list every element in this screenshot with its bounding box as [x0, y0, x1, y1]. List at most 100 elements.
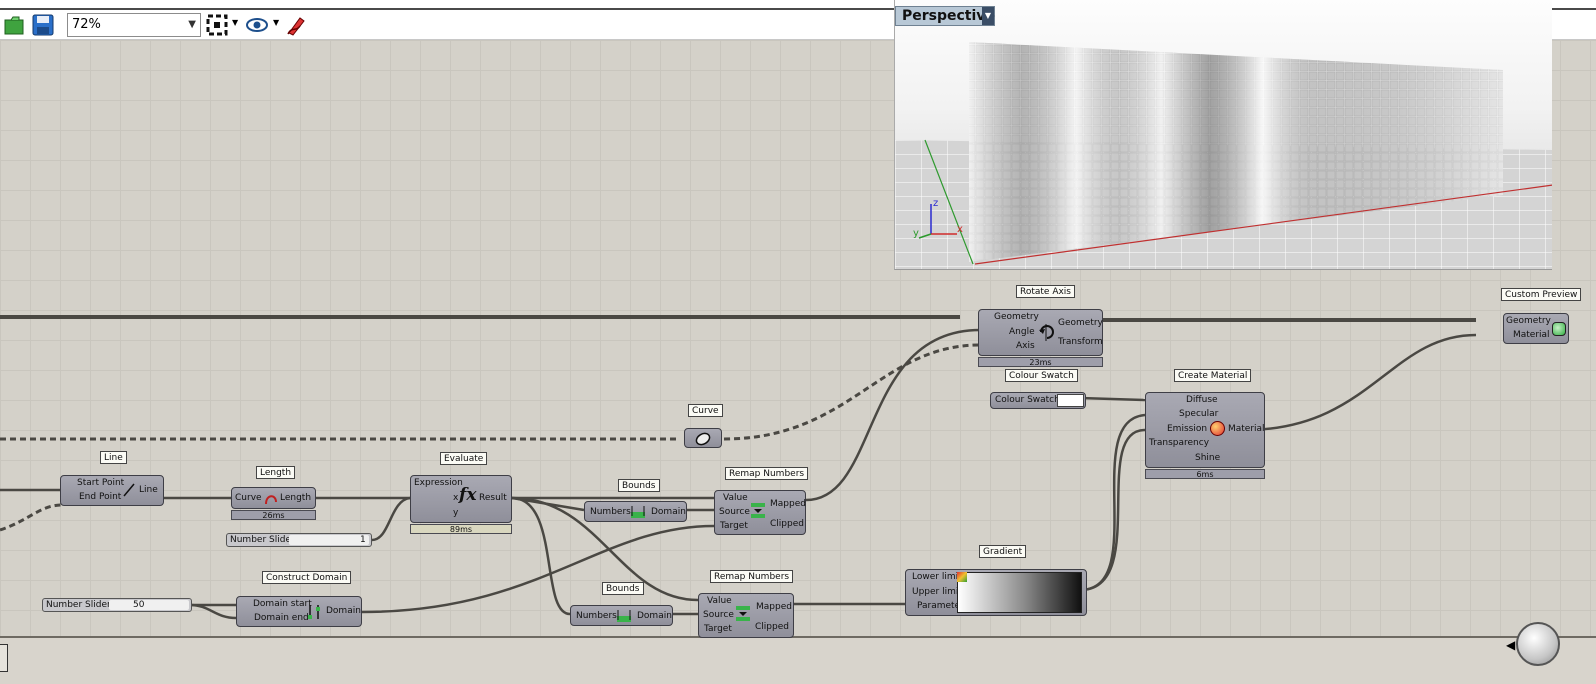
- timer-rotate-axis: 23ms: [978, 357, 1103, 367]
- component-bounds-2[interactable]: Numbers Domain: [570, 605, 673, 626]
- component-gradient[interactable]: Lower limit Upper limit Parameter: [905, 569, 1087, 616]
- sketch-pen-icon[interactable]: [286, 14, 308, 36]
- navigation-ball-icon[interactable]: [1516, 622, 1560, 666]
- component-create-material[interactable]: Diffuse Specular Emission Transparency S…: [1145, 392, 1265, 479]
- curve-param-icon: [695, 432, 711, 446]
- gradient-preview[interactable]: [957, 572, 1082, 613]
- save-icon[interactable]: [32, 14, 54, 36]
- component-custom-preview[interactable]: Geometry Material: [1503, 313, 1569, 344]
- component-curve[interactable]: [684, 428, 722, 448]
- pin-numbers[interactable]: Numbers: [590, 507, 631, 517]
- chevron-down-icon[interactable]: ▼: [982, 7, 994, 25]
- component-construct-domain[interactable]: Domain start Domain end Domain: [236, 596, 362, 627]
- bounds-icon: [631, 506, 645, 518]
- zoom-value: 72%: [72, 17, 101, 32]
- tag-curve: Curve: [688, 404, 723, 417]
- pin-line-out[interactable]: Line: [139, 485, 158, 495]
- dropdown-arrow-icon[interactable]: ▼: [273, 18, 279, 27]
- slider-value: 50: [133, 600, 145, 610]
- viewport-title: Perspective: [902, 8, 995, 24]
- pin-value[interactable]: Value: [707, 596, 732, 606]
- number-slider-2[interactable]: Number Slider 50: [42, 598, 192, 612]
- pin-lower-limit[interactable]: Lower limit: [912, 572, 962, 582]
- timer-length: 26ms: [231, 510, 316, 520]
- tag-gradient: Gradient: [979, 545, 1027, 558]
- pin-specular[interactable]: Specular: [1179, 409, 1218, 419]
- viewport-title-tab[interactable]: Perspective ▼: [895, 6, 995, 26]
- component-colour-swatch[interactable]: Colour Swatch: [990, 392, 1086, 409]
- slider-track[interactable]: [109, 600, 189, 610]
- pin-domain-out[interactable]: Domain: [651, 507, 686, 517]
- tag-colour-swatch: Colour Swatch: [1005, 369, 1078, 382]
- pin-target[interactable]: Target: [704, 624, 732, 634]
- pin-y[interactable]: y: [453, 508, 458, 518]
- pin-curve[interactable]: Curve: [235, 493, 262, 503]
- rhino-viewport[interactable]: z x y Perspective ▼: [894, 0, 1552, 270]
- component-remap-1[interactable]: Value Source Target Mapped Clipped: [714, 490, 806, 535]
- pin-domain-out[interactable]: Domain: [326, 606, 361, 616]
- component-evaluate[interactable]: Expression x y fx Result 89ms: [410, 475, 512, 534]
- pin-source[interactable]: Source: [703, 610, 734, 620]
- preview-eye-icon[interactable]: [246, 14, 268, 36]
- pin-shine[interactable]: Shine: [1195, 453, 1220, 463]
- material-sphere-icon: [1210, 421, 1225, 436]
- gradient-options-icon[interactable]: [957, 572, 967, 582]
- pin-x[interactable]: x: [453, 493, 458, 503]
- pin-length-out[interactable]: Length: [280, 493, 311, 503]
- pin-mapped[interactable]: Mapped: [770, 499, 806, 509]
- component-remap-2[interactable]: Value Source Target Mapped Clipped: [698, 593, 794, 638]
- chevron-left-icon[interactable]: ◀: [1506, 638, 1515, 652]
- tag-bounds-1: Bounds: [618, 479, 660, 492]
- pin-domain-start[interactable]: Domain start: [253, 599, 312, 609]
- pin-domain-end[interactable]: Domain end: [254, 613, 309, 623]
- tag-bounds-2: Bounds: [602, 582, 644, 595]
- pin-transparency[interactable]: Transparency: [1149, 438, 1209, 448]
- pin-end-point[interactable]: End Point: [79, 492, 121, 502]
- tag-length: Length: [256, 466, 296, 479]
- length-icon: [265, 495, 277, 505]
- pin-value[interactable]: Value: [723, 493, 748, 503]
- panel-tab[interactable]: [0, 644, 8, 672]
- pin-axis[interactable]: Axis: [1016, 341, 1035, 351]
- pin-clipped[interactable]: Clipped: [755, 622, 789, 632]
- pin-geometry-out[interactable]: Geometry: [1058, 318, 1103, 328]
- pin-source[interactable]: Source: [719, 507, 750, 517]
- pin-emission[interactable]: Emission: [1167, 424, 1207, 434]
- pin-angle[interactable]: Angle: [1009, 327, 1035, 337]
- slider-label: Number Slider: [230, 535, 295, 545]
- component-length[interactable]: Curve Length 26ms: [231, 487, 316, 520]
- rotate-icon: [1039, 324, 1054, 341]
- pin-start-point[interactable]: Start Point: [77, 478, 124, 488]
- open-file-icon[interactable]: [4, 14, 26, 36]
- axis-x-label: x: [957, 224, 963, 235]
- tag-remap-2: Remap Numbers: [710, 570, 794, 583]
- pin-target[interactable]: Target: [720, 521, 748, 531]
- zoom-select[interactable]: 72% ▼: [67, 13, 201, 37]
- pin-upper-limit[interactable]: Upper limit: [912, 587, 962, 597]
- preview-icon: [1552, 322, 1566, 336]
- zoom-extents-icon[interactable]: [206, 14, 228, 36]
- timer-create-material: 6ms: [1145, 469, 1265, 479]
- pin-diffuse[interactable]: Diffuse: [1186, 395, 1218, 405]
- component-rotate-axis[interactable]: Geometry Angle Axis Geometry Transform 2…: [978, 309, 1103, 367]
- tag-construct-domain: Construct Domain: [262, 571, 352, 584]
- pin-mapped[interactable]: Mapped: [756, 602, 792, 612]
- component-bounds-1[interactable]: Numbers Domain: [584, 501, 687, 522]
- dropdown-arrow-icon[interactable]: ▼: [232, 18, 238, 27]
- pin-material-out[interactable]: Material: [1228, 424, 1265, 434]
- pin-result[interactable]: Result: [479, 493, 507, 503]
- colour-swatch-box[interactable]: [1057, 394, 1084, 407]
- tag-custom-preview: Custom Preview: [1501, 288, 1582, 301]
- pin-geometry-in[interactable]: Geometry: [994, 312, 1039, 322]
- pin-clipped[interactable]: Clipped: [770, 519, 804, 529]
- pin-numbers[interactable]: Numbers: [576, 611, 617, 621]
- pin-material[interactable]: Material: [1513, 330, 1550, 340]
- pin-transform[interactable]: Transform: [1058, 337, 1103, 347]
- pin-expression[interactable]: Expression: [414, 478, 463, 488]
- pin-domain-out[interactable]: Domain: [637, 611, 672, 621]
- slider-track[interactable]: [289, 535, 369, 545]
- bounds-icon: [617, 610, 631, 622]
- pin-geometry[interactable]: Geometry: [1506, 316, 1551, 326]
- number-slider-1[interactable]: Number Slider 1: [226, 533, 372, 547]
- component-line[interactable]: Start Point End Point Line: [60, 475, 164, 506]
